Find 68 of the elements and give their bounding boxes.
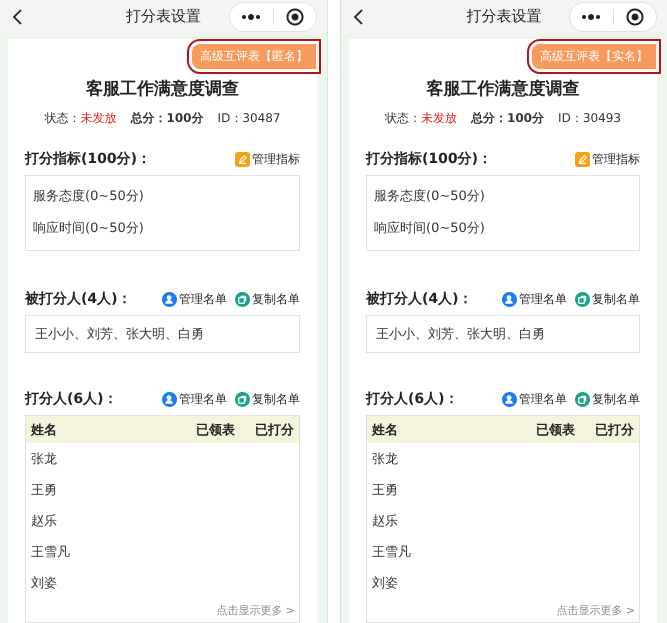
list-action-button[interactable]: 复制名单 [575,390,640,408]
section-heading: 打分指标(100分)： [25,150,152,168]
list-action-button[interactable]: 复制名单 [575,290,640,308]
list-action-button[interactable]: 复制名单 [235,290,300,308]
criterion-item: 服务态度(0~50分) [373,188,486,206]
status-text: 状态：未发放 [44,110,116,127]
section-heading: 被打分人(4人)： [25,290,132,308]
criterion-item: 服务态度(0~50分) [32,188,145,206]
table-cell-text: 王勇 [372,482,398,498]
copy-icon [575,392,590,406]
section-heading: 打分人(6人)： [25,390,118,408]
column-header: 已领表 [196,422,235,438]
person-icon [162,292,177,306]
record-icon[interactable] [286,8,304,26]
survey-id: ID：30493 [558,110,621,127]
section-heading: 打分指标(100分)： [366,150,492,168]
type-tag: 高级互评表【匿名】 [192,44,316,68]
page-title: 打分表设置 [466,7,542,26]
back-icon[interactable] [12,8,24,24]
edit-icon [235,152,250,166]
record-icon[interactable] [626,8,644,26]
copy-icon [575,292,590,306]
survey-title: 客服工作满意度调查 [85,78,240,100]
table-cell-text: 刘姿 [31,574,57,592]
column-header: 已打分 [595,422,634,438]
total-score: 总分：100分 [470,110,544,127]
person-icon [502,292,517,306]
person-icon [162,392,177,406]
column-header: 已打分 [255,422,294,438]
list-action-button[interactable]: 管理名单 [502,290,567,308]
criterion-item: 响应时间(0~50分) [32,220,145,238]
list-action-button[interactable]: 管理名单 [502,390,567,408]
show-more-link[interactable]: 点击显示更多 > [212,601,299,622]
section-heading: 被打分人(4人)： [366,290,473,308]
table-cell-text: 赵乐 [31,512,57,530]
manage-criteria-button[interactable]: 管理指标 [575,150,640,168]
status-text: 状态：未发放 [384,110,457,127]
page-title: 打分表设置 [126,7,201,26]
list-action-button[interactable]: 管理名单 [162,290,227,308]
list-action-button[interactable]: 管理名单 [162,390,227,408]
table-cell-text: 王勇 [31,482,57,498]
table-cell-text: 王雪凡 [372,544,411,560]
back-icon[interactable] [353,8,365,24]
table-cell-text: 张龙 [31,450,57,468]
copy-icon [235,392,250,406]
edit-icon [575,152,590,166]
more-icon[interactable] [581,14,602,20]
column-header: 已领表 [536,422,575,438]
more-icon[interactable] [241,14,262,20]
column-header: 姓名 [31,422,58,438]
names-field: 王小小、刘芳、张大明、白勇 [25,315,300,353]
person-icon [502,392,517,406]
names-field: 王小小、刘芳、张大明、白勇 [366,315,640,353]
type-tag: 高级互评表【实名】 [532,44,656,68]
table-cell-text: 赵乐 [372,512,398,530]
manage-criteria-button[interactable]: 管理指标 [235,150,300,168]
criterion-item: 响应时间(0~50分) [373,220,486,238]
table-cell-text: 刘姿 [372,574,398,592]
table-cell-text: 张龙 [372,450,398,468]
column-header: 姓名 [372,422,399,438]
survey-title: 客服工作满意度调查 [426,78,580,100]
table-cell-text: 王雪凡 [31,544,70,560]
survey-id: ID：30487 [218,110,280,127]
show-more-link[interactable]: 点击显示更多 > [552,601,639,622]
section-heading: 打分人(6人)： [366,390,459,408]
copy-icon [235,292,250,306]
list-action-button[interactable]: 复制名单 [235,390,300,408]
total-score: 总分：100分 [130,110,204,127]
